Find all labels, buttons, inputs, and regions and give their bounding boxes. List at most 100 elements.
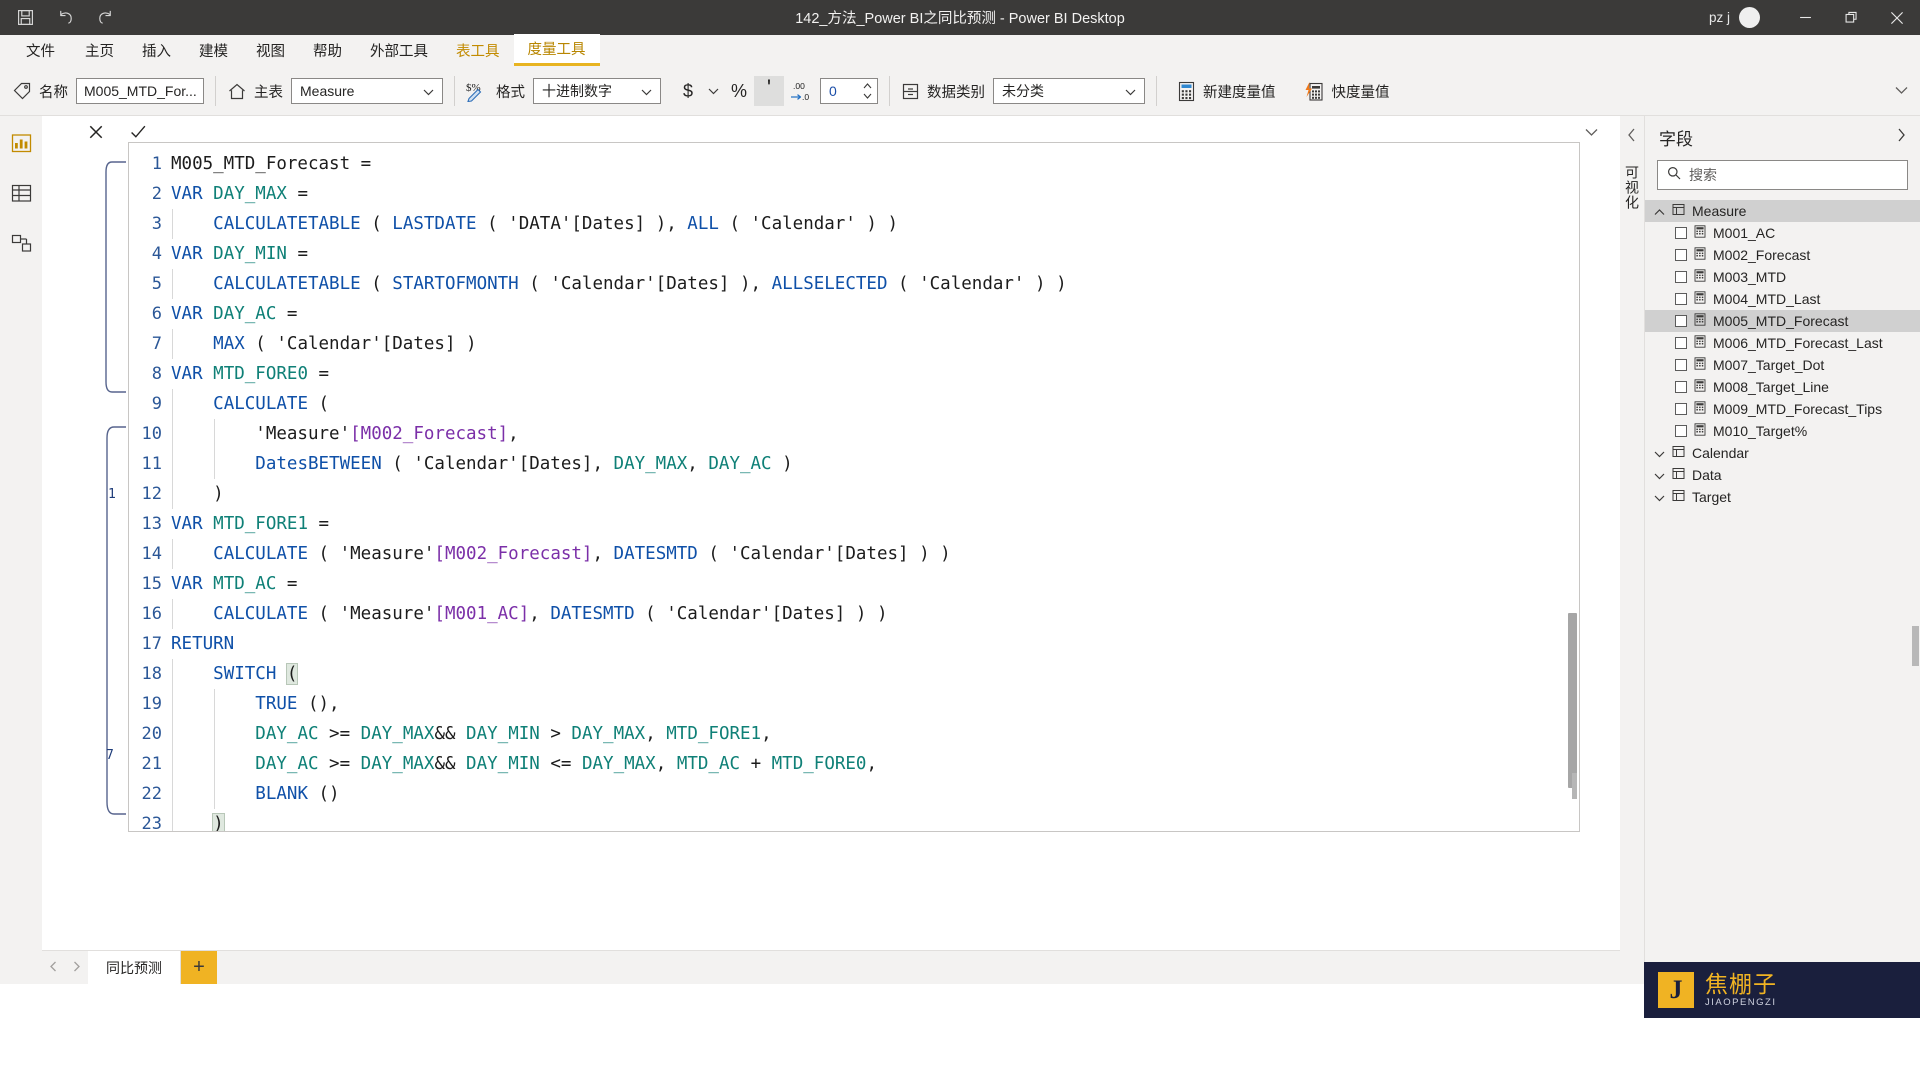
ribbon-tab-1[interactable]: 主页 xyxy=(71,34,128,66)
ribbon-tab-5[interactable]: 帮助 xyxy=(299,34,356,66)
minimize-button[interactable] xyxy=(1782,0,1828,35)
avatar[interactable] xyxy=(1739,7,1760,28)
ribbon-tab-8[interactable]: 度量工具 xyxy=(514,34,600,66)
line-number: 10 xyxy=(129,419,171,449)
redo-icon[interactable] xyxy=(92,5,118,31)
close-button[interactable] xyxy=(1874,0,1920,35)
currency-dropdown-button[interactable] xyxy=(703,76,724,106)
page-tab-item[interactable]: 同比预测 xyxy=(88,951,181,984)
fields-measure-row[interactable]: M005_MTD_Forecast xyxy=(1645,310,1920,332)
fields-table-row[interactable]: Calendar xyxy=(1645,442,1920,464)
ribbon-tab-0[interactable]: 文件 xyxy=(10,34,71,66)
indent-guide xyxy=(172,659,173,689)
fields-measure-row[interactable]: M007_Target_Dot xyxy=(1645,354,1920,376)
field-checkbox[interactable] xyxy=(1675,293,1687,305)
editor-vertical-scrollbar[interactable] xyxy=(1568,613,1577,788)
thousands-separator-button[interactable]: ' xyxy=(754,76,784,106)
field-checkbox[interactable] xyxy=(1675,337,1687,349)
field-checkbox[interactable] xyxy=(1675,403,1687,415)
fields-measure-label: M006_MTD_Forecast_Last xyxy=(1713,335,1883,351)
title-bar-right: pz j xyxy=(1709,0,1920,35)
indent-guide xyxy=(172,539,173,569)
watermark-text: 焦棚子 JIAOPENGZI xyxy=(1705,972,1777,1008)
chevron-down-icon[interactable] xyxy=(1654,467,1665,483)
decimal-places-icon[interactable]: .00 .0 xyxy=(784,76,820,106)
data-category-select[interactable]: 未分类 xyxy=(993,78,1145,104)
field-checkbox[interactable] xyxy=(1675,315,1687,327)
field-checkbox[interactable] xyxy=(1675,249,1687,261)
ribbon-tab-3[interactable]: 建模 xyxy=(185,34,242,66)
home-table-select[interactable]: Measure xyxy=(291,78,443,104)
next-page-icon[interactable] xyxy=(71,959,82,977)
table-icon xyxy=(1672,467,1685,483)
ribbon-tab-4[interactable]: 视图 xyxy=(242,34,299,66)
line-number: 14 xyxy=(129,539,171,569)
cancel-edit-icon[interactable] xyxy=(86,122,106,142)
fields-measure-row[interactable]: M006_MTD_Forecast_Last xyxy=(1645,332,1920,354)
percent-format-button[interactable]: % xyxy=(724,76,754,106)
fields-measure-row[interactable]: M008_Target_Line xyxy=(1645,376,1920,398)
chevron-up-icon[interactable] xyxy=(1654,203,1665,219)
fields-table-row[interactable]: Measure xyxy=(1645,200,1920,222)
code-text: VAR MTD_FORE1 = xyxy=(171,509,329,539)
ribbon-tab-7[interactable]: 表工具 xyxy=(442,34,514,66)
prev-page-icon[interactable] xyxy=(48,959,59,977)
chevron-left-icon[interactable] xyxy=(1627,128,1637,147)
commit-edit-icon[interactable] xyxy=(128,122,148,142)
fields-measure-row[interactable]: M010_Target% xyxy=(1645,420,1920,442)
calculator-icon xyxy=(1177,81,1196,102)
field-checkbox[interactable] xyxy=(1675,381,1687,393)
field-checkbox[interactable] xyxy=(1675,359,1687,371)
restore-button[interactable] xyxy=(1828,0,1874,35)
code-text: TRUE (), xyxy=(171,689,340,719)
fields-measure-row[interactable]: M002_Forecast xyxy=(1645,244,1920,266)
field-checkbox[interactable] xyxy=(1675,271,1687,283)
field-checkbox[interactable] xyxy=(1675,227,1687,239)
add-page-button[interactable]: + xyxy=(181,951,217,984)
code-text: SWITCH ( xyxy=(171,659,297,689)
fields-table-row[interactable]: Target xyxy=(1645,486,1920,508)
sidebar-item-report-view[interactable] xyxy=(6,128,36,158)
fields-panel-scrollbar[interactable] xyxy=(1912,626,1919,666)
code-text: VAR DAY_AC = xyxy=(171,299,297,329)
ribbon-tab-6[interactable]: 外部工具 xyxy=(356,34,442,66)
collapse-ribbon-icon[interactable] xyxy=(1895,82,1908,100)
measure-icon xyxy=(1694,291,1706,307)
expand-editor-icon[interactable] xyxy=(1585,124,1598,142)
ribbon-tab-label: 建模 xyxy=(199,40,228,61)
quick-measure-label: 快度量值 xyxy=(1332,81,1390,102)
fields-measure-row[interactable]: M004_MTD_Last xyxy=(1645,288,1920,310)
format-select[interactable]: 十进制数字 xyxy=(533,78,661,104)
dax-editor[interactable]: 1M005_MTD_Forecast =2VAR DAY_MAX =3 CALC… xyxy=(128,142,1580,832)
chevron-down-icon[interactable] xyxy=(1654,489,1665,505)
sidebar-item-model-view[interactable] xyxy=(6,228,36,258)
chevron-right-icon[interactable] xyxy=(1896,128,1906,147)
line-number: 4 xyxy=(129,239,171,269)
ribbon-group-formatting: $% 格式 十进制数字 $ % ' .00 .0 xyxy=(466,67,878,116)
chevron-down-icon xyxy=(1125,83,1136,99)
save-icon[interactable] xyxy=(12,5,38,31)
undo-icon[interactable] xyxy=(52,5,78,31)
indent-guide xyxy=(214,719,215,749)
ribbon-tab-strip: 文件主页插入建模视图帮助外部工具表工具度量工具 xyxy=(0,35,1920,67)
currency-format-button[interactable]: $ xyxy=(673,76,703,106)
decimal-places-stepper[interactable]: 0 xyxy=(820,78,878,104)
code-line: 15VAR MTD_AC = xyxy=(129,569,1580,599)
fields-table-row[interactable]: Data xyxy=(1645,464,1920,486)
editor-edge-marker xyxy=(1572,773,1577,799)
user-name-label: pz j xyxy=(1709,10,1730,25)
search-input[interactable]: 搜索 xyxy=(1657,160,1908,190)
quick-measure-button[interactable]: 快度量值 xyxy=(1295,72,1399,110)
measure-name-input[interactable] xyxy=(76,78,204,104)
field-checkbox[interactable] xyxy=(1675,425,1687,437)
fields-measure-row[interactable]: M003_MTD xyxy=(1645,266,1920,288)
new-measure-button[interactable]: 新建度量值 xyxy=(1168,72,1285,110)
fields-measure-row[interactable]: M001_AC xyxy=(1645,222,1920,244)
fields-measure-row[interactable]: M009_MTD_Forecast_Tips xyxy=(1645,398,1920,420)
chevron-down-icon[interactable] xyxy=(1654,445,1665,461)
ribbon-tab-2[interactable]: 插入 xyxy=(128,34,185,66)
dax-code[interactable]: 1M005_MTD_Forecast =2VAR DAY_MAX =3 CALC… xyxy=(129,143,1580,831)
visualizations-collapse-bar[interactable]: 可视化 xyxy=(1620,116,1644,984)
sidebar-item-data-view[interactable] xyxy=(6,178,36,208)
stepper-arrows[interactable] xyxy=(863,79,872,103)
